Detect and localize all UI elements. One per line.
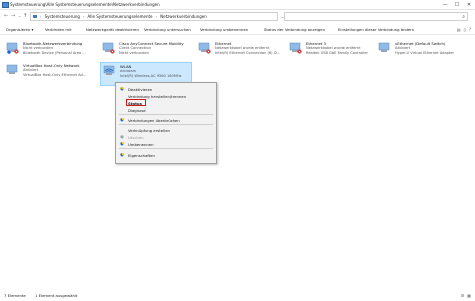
breadcrumb-separator: ›: [155, 14, 158, 19]
control-panel-icon: [2, 2, 9, 8]
wlan-adapter-icon: [103, 65, 115, 75]
address-bar: ← → ⌄ ↑ › Systemsteuerung › Alle Systems…: [0, 10, 475, 22]
tiles-view-icon[interactable]: ▦: [467, 293, 471, 298]
menu-item-create-shortcut[interactable]: Verknüpfung erstellen: [116, 126, 216, 133]
history-dropdown[interactable]: ⌄: [18, 13, 21, 19]
context-menu: Deaktivieren Verbindung herstellen/trenn…: [115, 82, 217, 164]
menu-item-status[interactable]: Status: [116, 98, 216, 106]
connection-status: eduroam: [120, 69, 137, 73]
breadcrumb-separator: ›: [82, 14, 85, 19]
network-adapter-icon: [198, 42, 211, 54]
menu-item-label: Status: [128, 100, 142, 106]
search-icon[interactable]: ⌕: [462, 14, 465, 20]
up-button[interactable]: ↑: [23, 13, 27, 19]
connection-tile[interactable]: Ethernet 3 Netzwerkkabel wurde entfernt …: [287, 40, 373, 62]
menu-item-label: Diagnose: [128, 107, 146, 113]
network-adapter-icon: [6, 42, 19, 54]
connection-device: Nicht verbunden: [119, 51, 149, 55]
menu-item-label: Eigenschaften: [128, 152, 155, 158]
close-button[interactable]: ✕: [463, 0, 475, 9]
connection-status: Aktiviert: [395, 46, 411, 50]
menu-separator: [119, 114, 213, 115]
search-box: ⌕: [284, 12, 468, 21]
menu-item-diagnose[interactable]: Diagnose: [116, 106, 216, 113]
breadcrumb-item[interactable]: Netzwerkverbindungen: [160, 14, 207, 19]
organize-menu[interactable]: Organisieren ▾: [6, 27, 33, 32]
menu-item-rename[interactable]: Umbenennen: [116, 140, 216, 147]
connection-device: Realtek USB GbE Family Controller: [306, 51, 368, 55]
menu-separator: [119, 148, 213, 149]
view-status-button[interactable]: Status der Verbindung anzeigen: [264, 27, 325, 32]
network-adapter-icon: [102, 42, 115, 54]
connection-status: Aktiviert: [23, 68, 39, 72]
command-bar: Organisieren ▾ Verbinden mit Netzwerkger…: [0, 25, 475, 35]
connection-status: Netzwerkkabel wurde entfernt: [215, 46, 270, 50]
connection-device: VirtualBox Host-Only Ethernet Ad...: [23, 73, 87, 77]
connect-to-button[interactable]: Verbinden mit: [45, 27, 72, 32]
search-input[interactable]: [285, 13, 458, 20]
connection-tile[interactable]: Bluetooth-Netzwerkverbindung Nicht verbu…: [4, 40, 96, 62]
disable-device-button[interactable]: Netzwerkgerät deaktivieren: [86, 27, 139, 32]
menu-item-label: Deaktivieren: [128, 86, 153, 92]
selection-count: 1 Element ausgewählt: [35, 293, 78, 298]
rename-button[interactable]: Verbindung umbenennen: [200, 27, 248, 32]
preview-pane-icon[interactable]: ▯: [464, 27, 466, 32]
connection-tile[interactable]: vEthernet (Default Switch) Aktiviert Hyp…: [376, 40, 470, 62]
window-controls: — ☐ ✕: [439, 0, 475, 9]
menu-item-bridge[interactable]: Verbindungen überbrücken: [116, 116, 216, 123]
menu-item-deactivate[interactable]: Deaktivieren: [116, 85, 216, 92]
maximize-button[interactable]: ☐: [451, 0, 463, 9]
connection-tile[interactable]: Ethernet Netzwerkkabel wurde entfernt In…: [196, 40, 284, 62]
uac-shield-icon: [120, 134, 124, 139]
minimize-button[interactable]: —: [439, 0, 451, 9]
forward-button[interactable]: →: [11, 13, 15, 19]
details-view-icon[interactable]: ☰: [461, 293, 465, 298]
menu-item-delete[interactable]: Löschen: [116, 133, 216, 140]
back-button[interactable]: ←: [4, 13, 8, 19]
connection-device: Bluetooth Device (Personal Area ...: [23, 51, 86, 55]
network-adapter-icon: [289, 42, 302, 54]
help-icon[interactable]: ?: [469, 27, 471, 32]
status-bar: 7 Elemente 1 Element ausgewählt ☰ ▦: [0, 291, 475, 301]
view-toggle: ☰ ▦: [461, 293, 471, 298]
uac-shield-icon: [120, 117, 124, 122]
menu-separator: [119, 124, 213, 125]
network-adapter-icon: [6, 64, 18, 74]
menu-item-properties[interactable]: Eigenschaften: [116, 151, 216, 158]
connection-device: Intel(R) Ethernet Connection (6) I2...: [215, 51, 281, 55]
uac-shield-icon: [120, 152, 124, 157]
title-bar: Systemsteuerung\Alle Systemsteuerungsele…: [0, 0, 475, 10]
connection-status: Client Connection: [119, 46, 151, 50]
breadcrumb-separator: ›: [40, 14, 42, 19]
breadcrumb-item[interactable]: Systemsteuerung: [45, 14, 80, 19]
breadcrumb: › Systemsteuerung › Alle Systemsteuerung…: [40, 14, 207, 19]
connection-status: Nicht verbunden: [23, 46, 53, 50]
diagnose-button[interactable]: Verbindung untersuchen: [144, 27, 191, 32]
view-options-icon[interactable]: ▤: [457, 27, 461, 32]
network-adapter-icon: [378, 42, 390, 52]
address-box[interactable]: › Systemsteuerung › Alle Systemsteuerung…: [30, 12, 297, 21]
connection-device: Hyper-V Virtual Ethernet Adapter: [395, 51, 455, 55]
connections-view: Bluetooth-Netzwerkverbindung Nicht verbu…: [0, 36, 475, 286]
menu-item-label: Umbenennen: [128, 141, 154, 147]
window-title: Systemsteuerung\Alle Systemsteuerungsele…: [10, 2, 160, 7]
menu-item-label: Verknüpfung erstellen: [128, 127, 170, 133]
connection-tile[interactable]: Cisco AnyConnect Secure Mobility Client …: [100, 40, 192, 62]
menu-item-label: Verbindungen überbrücken: [128, 117, 180, 123]
change-settings-button[interactable]: Einstellungen dieser Verbindung ändern: [338, 27, 414, 32]
menu-item-label: Löschen: [128, 134, 144, 140]
uac-shield-icon: [120, 141, 124, 146]
uac-shield-icon: [120, 86, 124, 91]
connection-device: Intel(R) Wireless-AC 9560 160MHz: [120, 74, 182, 78]
item-count: 7 Elemente: [4, 293, 26, 298]
connection-tile[interactable]: VirtualBox Host-Only Network Aktiviert V…: [4, 62, 96, 84]
view-controls: ▤ ▯ ?: [457, 27, 471, 32]
control-panel-icon: [33, 14, 37, 18]
breadcrumb-item[interactable]: Alle Systemsteuerungselemente: [88, 14, 153, 19]
connection-status: Netzwerkkabel wurde entfernt: [306, 46, 361, 50]
